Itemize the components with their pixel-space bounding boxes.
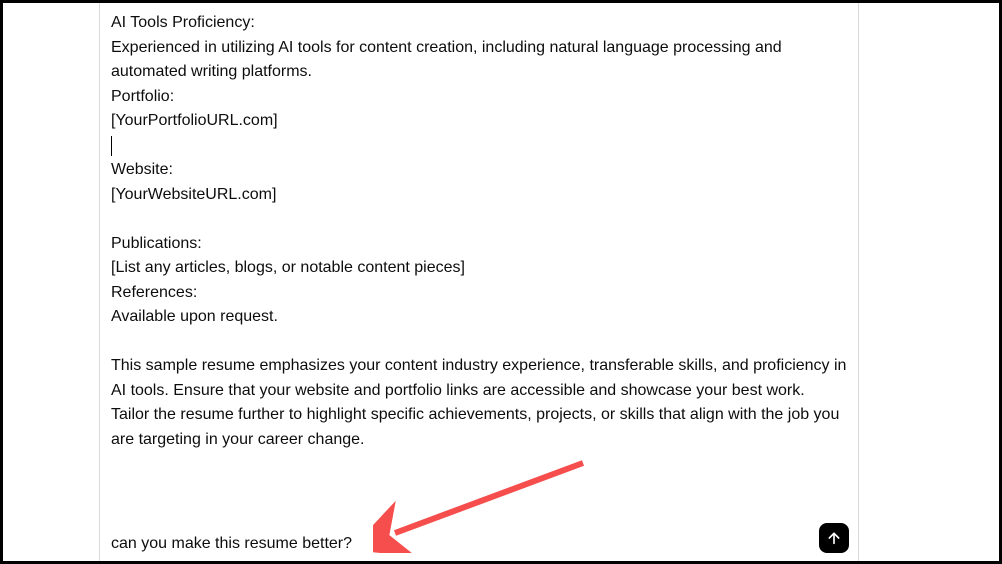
annotation-arrow-icon (373, 453, 603, 553)
text-cursor-line (111, 134, 847, 159)
resume-content: AI Tools Proficiency: Experienced in uti… (111, 11, 847, 452)
references-heading: References: (111, 281, 847, 306)
text-cursor (111, 136, 112, 156)
portfolio-value: [YourPortfolioURL.com] (111, 109, 847, 134)
website-heading: Website: (111, 158, 847, 183)
publications-value: [List any articles, blogs, or notable co… (111, 256, 847, 281)
send-button[interactable] (819, 523, 849, 553)
closing-paragraph: This sample resume emphasizes your conte… (111, 354, 847, 452)
website-value: [YourWebsiteURL.com] (111, 183, 847, 208)
references-value: Available upon request. (111, 305, 847, 330)
portfolio-heading: Portfolio: (111, 85, 847, 110)
arrow-up-icon (826, 530, 842, 546)
followup-input-text[interactable]: can you make this resume better? (111, 532, 352, 556)
content-columns: AI Tools Proficiency: Experienced in uti… (3, 3, 999, 561)
blank-line (111, 207, 847, 232)
blank-line (111, 330, 847, 355)
column-border-left (99, 3, 100, 561)
ai-tools-body: Experienced in utilizing AI tools for co… (111, 36, 847, 85)
column-border-right (858, 3, 859, 561)
page-frame: AI Tools Proficiency: Experienced in uti… (0, 0, 1002, 564)
ai-tools-heading: AI Tools Proficiency: (111, 11, 847, 36)
publications-heading: Publications: (111, 232, 847, 257)
